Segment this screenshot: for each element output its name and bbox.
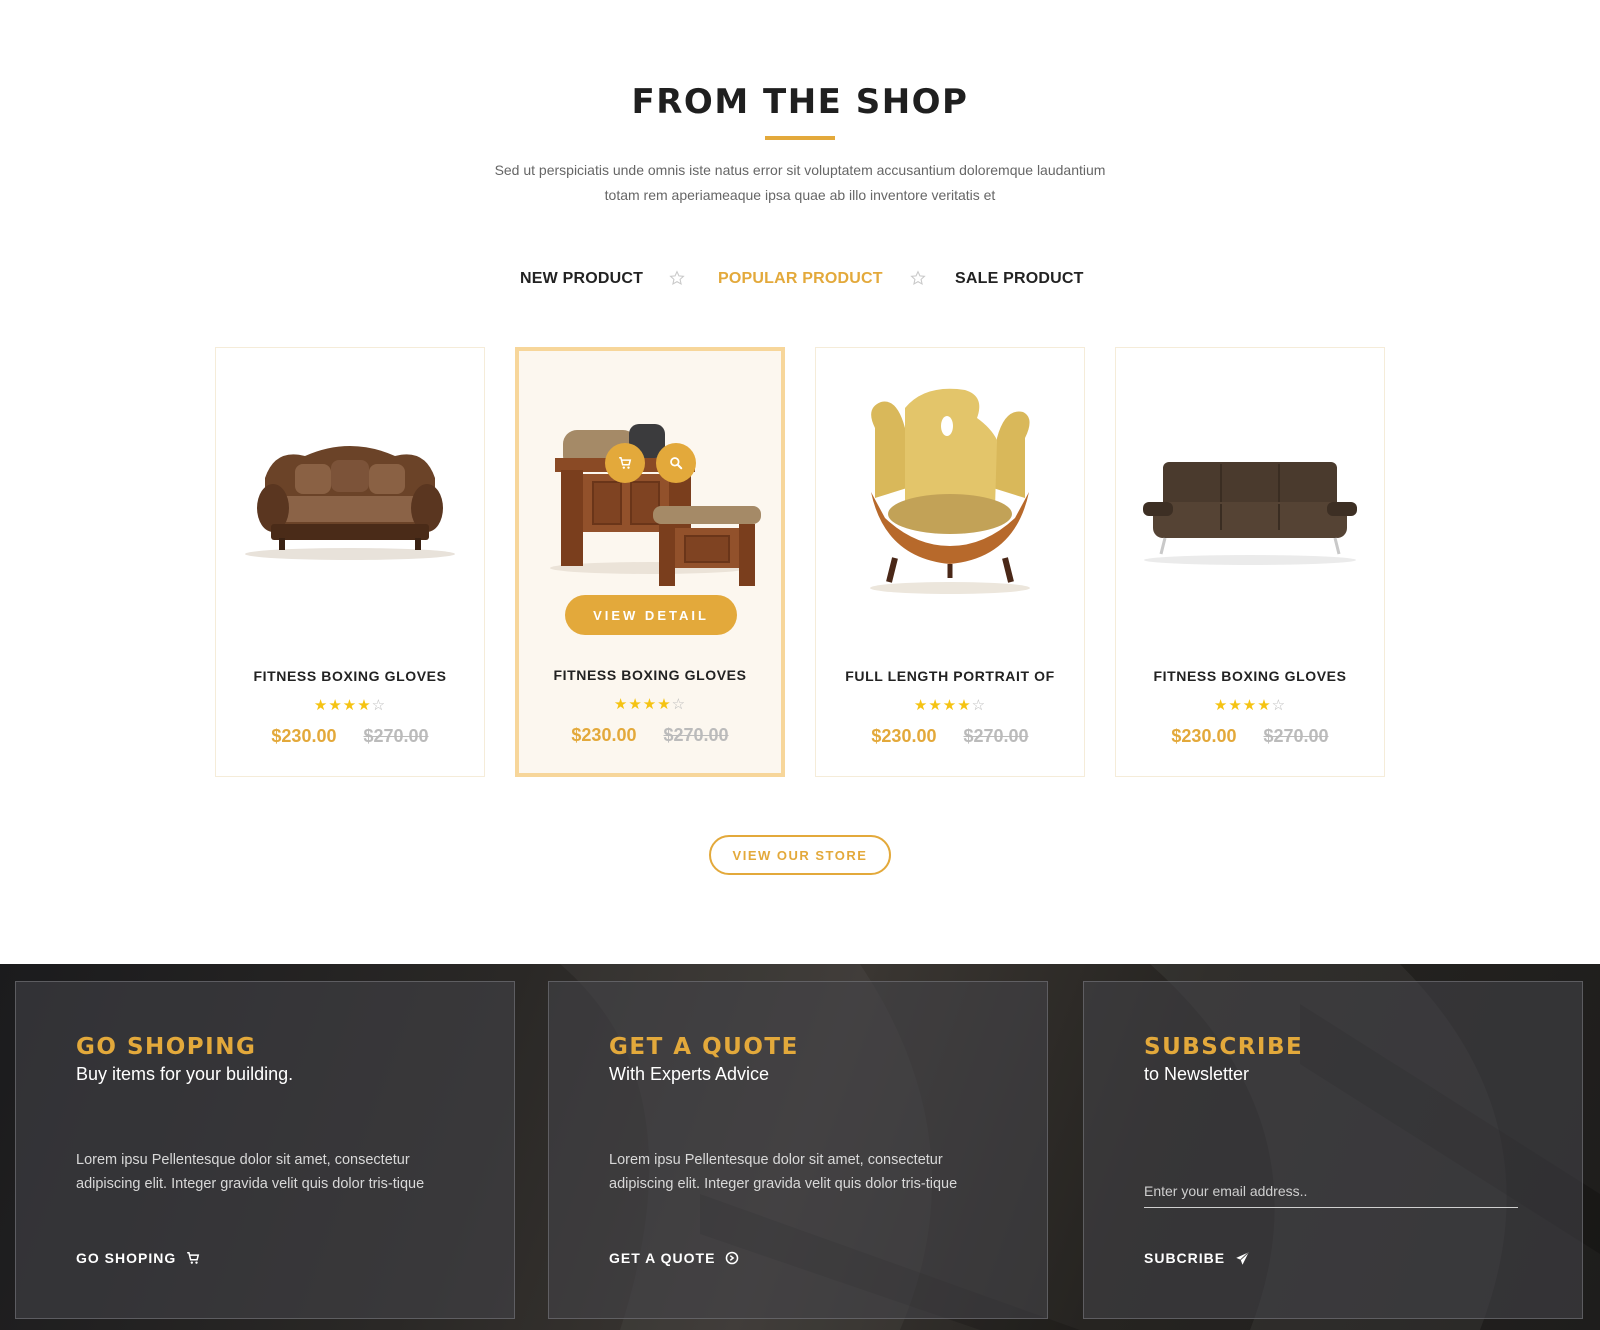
product-card[interactable]: FITNESS BOXING GLOVES ★★★★☆ $230.00 $270…: [215, 347, 485, 777]
star-filled-icon: ★★★★: [913, 697, 972, 714]
description-line-2: totam rem aperiameaque ipsa quae ab illo…: [604, 187, 996, 203]
product-image-leather-sofa[interactable]: [1116, 378, 1384, 608]
view-store-button[interactable]: VIEW OUR STORE: [709, 835, 891, 875]
product-rating: ★★★★☆: [816, 696, 1084, 714]
subscribe-button[interactable]: SUBCRIBE: [1144, 1250, 1250, 1266]
product-prices: $230.00 $270.00: [1116, 726, 1384, 747]
product-prices: $230.00 $270.00: [519, 725, 781, 746]
star-filled-icon: ★★★★: [1213, 697, 1272, 714]
panel-body: Lorem ipsu Pellentesque dolor sit amet, …: [609, 1152, 958, 1192]
product-card[interactable]: FULL LENGTH PORTRAIT OF ★★★★☆ $230.00 $2…: [815, 347, 1085, 777]
subscribe-label: SUBCRIBE: [1144, 1250, 1226, 1266]
product-old-price: $270.00: [963, 726, 1029, 746]
search-icon: [670, 457, 683, 470]
panel-title: GO SHOPING: [76, 1034, 257, 1060]
product-name[interactable]: FITNESS BOXING GLOVES: [519, 667, 781, 683]
star-empty-icon: ☆: [371, 697, 387, 714]
product-price: $230.00: [1171, 726, 1237, 746]
get-quote-label: GET A QUOTE: [609, 1250, 716, 1266]
product-name[interactable]: FITNESS BOXING GLOVES: [216, 668, 484, 684]
product-image-ornate-sofa[interactable]: [216, 378, 484, 608]
product-tabs: NEW PRODUCT POPULAR PRODUCT SALE PRODUCT: [0, 270, 1600, 300]
product-prices: $230.00 $270.00: [816, 726, 1084, 747]
star-empty-icon: ☆: [971, 697, 987, 714]
description-line-1: Sed ut perspiciatis unde omnis iste natu…: [494, 162, 1106, 178]
email-input[interactable]: [1144, 1174, 1518, 1208]
panel-body: Lorem ipsu Pellentesque dolor sit amet, …: [76, 1152, 425, 1192]
product-card[interactable]: FITNESS BOXING GLOVES ★★★★☆ $230.00 $270…: [1115, 347, 1385, 777]
product-rating: ★★★★☆: [519, 695, 781, 713]
go-shopping-label: GO SHOPING: [76, 1250, 177, 1266]
cta-band: GO SHOPING Buy items for your building. …: [0, 964, 1600, 1330]
product-old-price: $270.00: [663, 725, 729, 745]
view-detail-button[interactable]: VIEW DETAIL: [565, 595, 737, 635]
product-image-designer-chair[interactable]: [816, 368, 1084, 598]
panel-subtitle: Buy items for your building.: [76, 1064, 294, 1084]
product-price: $230.00: [571, 725, 637, 745]
product-card-hovered[interactable]: VIEW DETAIL FITNESS BOXING GLOVES ★★★★☆ …: [515, 347, 785, 777]
paper-plane-icon: [1236, 1251, 1250, 1265]
star-outline-icon: [910, 270, 926, 285]
product-price: $230.00: [871, 726, 937, 746]
section-description: Sed ut perspiciatis unde omnis iste natu…: [450, 158, 1150, 208]
subscribe-panel: SUBSCRIBE to Newsletter SUBCRIBE: [1083, 981, 1583, 1319]
tab-popular-product[interactable]: POPULAR PRODUCT: [718, 270, 883, 288]
tab-new-product[interactable]: NEW PRODUCT: [520, 270, 643, 288]
arrow-circle-right-icon: [726, 1251, 739, 1265]
cart-icon: [187, 1251, 200, 1264]
get-quote-link[interactable]: GET A QUOTE: [609, 1250, 739, 1266]
go-shopping-link[interactable]: GO SHOPING: [76, 1250, 200, 1266]
star-empty-icon: ☆: [1271, 697, 1287, 714]
star-filled-icon: ★★★★: [313, 697, 372, 714]
star-filled-icon: ★★★★: [613, 696, 672, 713]
tab-sale-product[interactable]: SALE PRODUCT: [955, 270, 1084, 288]
product-old-price: $270.00: [1263, 726, 1329, 746]
quick-view-button[interactable]: [656, 443, 696, 483]
product-old-price: $270.00: [363, 726, 429, 746]
title-underline: [765, 136, 835, 140]
star-outline-icon: [669, 270, 685, 285]
section-title: FROM THE SHOP: [631, 82, 969, 122]
add-to-cart-button[interactable]: [605, 443, 645, 483]
star-empty-icon: ☆: [671, 696, 687, 713]
product-name[interactable]: FITNESS BOXING GLOVES: [1116, 668, 1384, 684]
panel-subtitle: With Experts Advice: [609, 1064, 770, 1084]
product-price: $230.00: [271, 726, 337, 746]
get-quote-panel: GET A QUOTE With Experts Advice Lorem ip…: [548, 981, 1048, 1319]
shop-section: FROM THE SHOP Sed ut perspiciatis unde o…: [0, 0, 1600, 964]
product-rating: ★★★★☆: [1116, 696, 1384, 714]
go-shopping-panel: GO SHOPING Buy items for your building. …: [15, 981, 515, 1319]
panel-title: GET A QUOTE: [609, 1034, 799, 1060]
cart-icon: [619, 456, 632, 469]
product-prices: $230.00 $270.00: [216, 726, 484, 747]
product-image-armchair-ottoman[interactable]: [519, 378, 781, 608]
panel-subtitle: to Newsletter: [1144, 1064, 1250, 1084]
product-rating: ★★★★☆: [216, 696, 484, 714]
product-name[interactable]: FULL LENGTH PORTRAIT OF: [816, 668, 1084, 684]
panel-title: SUBSCRIBE: [1144, 1034, 1304, 1060]
